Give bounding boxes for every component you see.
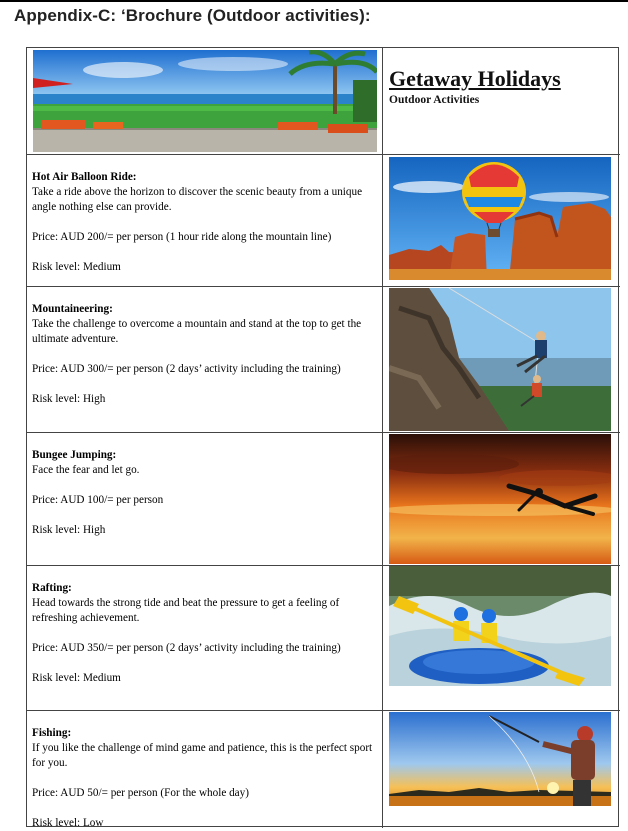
activity-risk: Risk level: Medium [32,672,121,684]
activity-price: Price: AUD 50/= per person (For the whol… [32,787,249,799]
row-divider [27,154,620,155]
activity-risk: Risk level: High [32,393,106,405]
activity-risk: Risk level: High [32,524,106,536]
row-divider [27,286,620,287]
activity-title: Rafting: [32,582,72,594]
activity-price: Price: AUD 350/= per person (2 days’ act… [32,642,341,654]
mountaineering-image [389,288,611,431]
activity-cell-balloon: Hot Air Balloon Ride: Take a ride above … [32,170,377,275]
rafting-image [389,566,611,686]
activity-cell-fishing: Fishing: If you like the challenge of mi… [32,726,377,831]
activity-price: Price: AUD 300/= per person (2 days’ act… [32,363,341,375]
column-divider [382,48,383,828]
activity-cell-mountaineering: Mountaineering: Take the challenge to ov… [32,302,377,407]
activity-description: Take the challenge to overcome a mountai… [32,318,362,345]
brand-title: Getaway Holidays [389,66,561,91]
row-divider [27,432,620,433]
appendix-heading: Appendix-C: ‘Brochure (Outdoor activitie… [14,6,371,25]
activity-risk: Risk level: Low [32,817,104,829]
activity-description: Head towards the strong tide and beat th… [32,597,340,624]
row-divider [27,710,620,711]
activity-title: Mountaineering: [32,303,113,315]
activity-risk: Risk level: Medium [32,261,121,273]
activity-price: Price: AUD 200/= per person (1 hour ride… [32,231,332,243]
fishing-image [389,712,611,806]
bungee-jumping-image [389,434,611,564]
activity-cell-bungee: Bungee Jumping: Face the fear and let go… [32,448,377,538]
activity-title: Fishing: [32,727,72,739]
activity-cell-rafting: Rafting: Head towards the strong tide an… [32,581,377,686]
activity-description: Take a ride above the horizon to discove… [32,186,363,213]
activity-description: If you like the challenge of mind game a… [32,742,373,769]
hot-air-balloon-image [389,157,611,280]
brand-subtitle: Outdoor Activities [389,94,480,106]
beach-resort-image [33,50,377,152]
activity-price: Price: AUD 100/= per person [32,494,164,506]
brochure-table: Getaway Holidays Outdoor Activities Hot … [26,47,620,829]
activity-title: Hot Air Balloon Ride: [32,171,137,183]
top-rule [0,0,628,2]
activity-title: Bungee Jumping: [32,449,117,461]
activity-description: Face the fear and let go. [32,464,140,476]
